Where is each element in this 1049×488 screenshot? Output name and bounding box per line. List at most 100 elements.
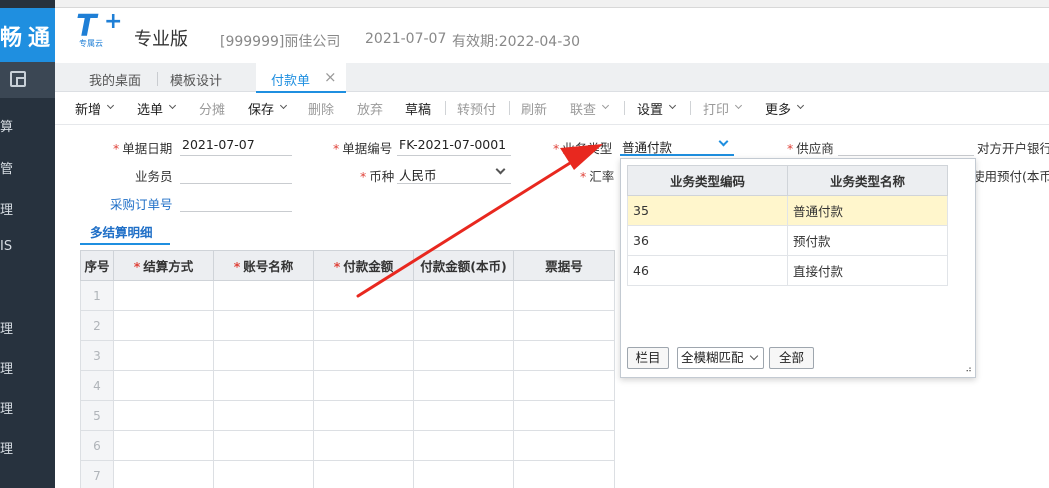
- doc-no-field[interactable]: FK-2021-07-0001: [397, 134, 511, 156]
- tab-my-desktop[interactable]: 我的桌面: [89, 70, 141, 89]
- grid-col-pay-amount-local[interactable]: 付款金额(本币): [413, 250, 514, 281]
- option-code[interactable]: 46: [627, 255, 788, 286]
- currency-select[interactable]: 人民币: [397, 162, 511, 184]
- split-button[interactable]: 分摊: [199, 99, 225, 118]
- sidebar-item-6[interactable]: 理: [0, 358, 14, 377]
- sidebar-item-3[interactable]: 理: [0, 199, 14, 218]
- grid-cell[interactable]: [313, 340, 414, 371]
- grid-cell[interactable]: [513, 370, 615, 401]
- sidebar-square-button[interactable]: [0, 62, 55, 98]
- grid-col-bill-no[interactable]: 票据号: [513, 250, 615, 281]
- option-name[interactable]: 直接付款: [787, 255, 948, 286]
- grid-cell[interactable]: [313, 430, 414, 461]
- option-row[interactable]: 36 预付款: [627, 225, 948, 256]
- grid-cell[interactable]: [513, 400, 615, 431]
- grid-cell[interactable]: [113, 400, 214, 431]
- resize-grip-icon[interactable]: ⠴: [965, 365, 972, 375]
- option-row[interactable]: 46 直接付款: [627, 255, 948, 286]
- row-number: 1: [80, 280, 114, 311]
- browser-strip: [0, 0, 1049, 8]
- grid-cell[interactable]: [113, 280, 214, 311]
- draft-button[interactable]: 草稿: [405, 99, 431, 118]
- toolbar-divider: [445, 101, 446, 115]
- grid-cell[interactable]: [513, 430, 615, 461]
- grid-cell[interactable]: [313, 400, 414, 431]
- link-query-button[interactable]: 联查: [570, 99, 610, 118]
- grid-cell[interactable]: [213, 460, 314, 488]
- grid-cell[interactable]: [313, 280, 414, 311]
- grid-cell[interactable]: [213, 400, 314, 431]
- option-name[interactable]: 预付款: [787, 225, 948, 256]
- new-button[interactable]: 新增: [75, 99, 115, 118]
- chevron-down-icon[interactable]: [495, 164, 506, 175]
- option-code[interactable]: 36: [627, 225, 788, 256]
- grid-cell[interactable]: [413, 310, 514, 341]
- grid-cell[interactable]: [513, 280, 615, 311]
- grid-col-settle-method[interactable]: * 结算方式: [113, 250, 214, 281]
- grid-cell[interactable]: [113, 310, 214, 341]
- grid-cell[interactable]: [313, 310, 414, 341]
- refresh-button[interactable]: 刷新: [521, 99, 547, 118]
- grid-cell[interactable]: [513, 460, 615, 488]
- grid-cell[interactable]: [413, 370, 514, 401]
- all-button[interactable]: 全部: [769, 347, 814, 369]
- tab-template-design[interactable]: 模板设计: [170, 70, 222, 89]
- grid-cell[interactable]: [413, 400, 514, 431]
- po-no-field[interactable]: [180, 190, 292, 212]
- grid-col-account-name[interactable]: * 账号名称: [213, 250, 314, 281]
- grid-cell[interactable]: [213, 340, 314, 371]
- to-prepay-button[interactable]: 转预付: [457, 99, 496, 118]
- table-row: 2: [80, 310, 615, 341]
- supplier-field[interactable]: [838, 134, 974, 156]
- sidebar-item-8[interactable]: 理: [0, 438, 14, 457]
- biz-type-dropdown[interactable]: 业务类型编码 业务类型名称 35 普通付款 36 预付款 46 直接付款 栏目 全模糊…: [620, 158, 976, 378]
- doc-date-field[interactable]: 2021-07-07: [180, 134, 292, 156]
- delete-button[interactable]: 删除: [308, 99, 334, 118]
- grid-cell[interactable]: [513, 310, 615, 341]
- grid-cell[interactable]: [413, 280, 514, 311]
- tab-payment[interactable]: 付款单: [271, 70, 310, 89]
- select-button[interactable]: 选单: [137, 99, 177, 118]
- option-code[interactable]: 35: [627, 195, 788, 226]
- biz-type-field[interactable]: 普通付款: [620, 134, 734, 156]
- sidebar-item-2[interactable]: 管: [0, 158, 14, 177]
- grid-cell[interactable]: [113, 340, 214, 371]
- chevron-down-icon: [734, 101, 743, 110]
- login-date: 2021-07-07: [365, 31, 447, 47]
- sidebar-item-5[interactable]: 理: [0, 318, 14, 337]
- columns-button[interactable]: 栏目: [627, 347, 669, 369]
- chevron-down-icon[interactable]: [749, 351, 759, 361]
- match-mode-select[interactable]: 全模糊匹配: [677, 347, 764, 369]
- print-button[interactable]: 打印: [703, 99, 743, 118]
- grid-cell[interactable]: [313, 370, 414, 401]
- validity-date: 有效期:2022-04-30: [452, 34, 581, 50]
- grid-col-pay-amount[interactable]: * 付款金额: [313, 250, 414, 281]
- grid-cell[interactable]: [213, 310, 314, 341]
- grid-cell[interactable]: [213, 280, 314, 311]
- more-button[interactable]: 更多: [765, 99, 805, 118]
- sidebar-item-1[interactable]: 算: [0, 116, 14, 135]
- discard-button[interactable]: 放弃: [357, 99, 383, 118]
- po-no-label[interactable]: 采购订单号: [110, 194, 173, 213]
- grid-cell[interactable]: [413, 430, 514, 461]
- grid-cell[interactable]: [413, 460, 514, 488]
- sidebar-item-4[interactable]: IS: [0, 239, 14, 254]
- tab-multi-settlement[interactable]: 多结算明细: [90, 222, 153, 241]
- grid-cell[interactable]: [513, 340, 615, 371]
- grid-cell[interactable]: [213, 370, 314, 401]
- salesperson-field[interactable]: [180, 162, 292, 184]
- grid-cell[interactable]: [113, 460, 214, 488]
- sidebar-item-7[interactable]: 理: [0, 398, 14, 417]
- save-button[interactable]: 保存: [248, 99, 288, 118]
- grid-cell[interactable]: [413, 340, 514, 371]
- option-row[interactable]: 35 普通付款: [627, 195, 948, 226]
- grid-cell[interactable]: [313, 460, 414, 488]
- grid-header-row: 序号 * 结算方式 * 账号名称 * 付款金额 付款金额(本币) 票据号: [80, 250, 615, 281]
- close-icon[interactable]: ×: [324, 68, 337, 86]
- grid-cell[interactable]: [113, 370, 214, 401]
- option-name[interactable]: 普通付款: [787, 195, 948, 226]
- chevron-down-icon[interactable]: [718, 136, 729, 147]
- grid-cell[interactable]: [113, 430, 214, 461]
- grid-cell[interactable]: [213, 430, 314, 461]
- settings-button[interactable]: 设置: [637, 99, 677, 118]
